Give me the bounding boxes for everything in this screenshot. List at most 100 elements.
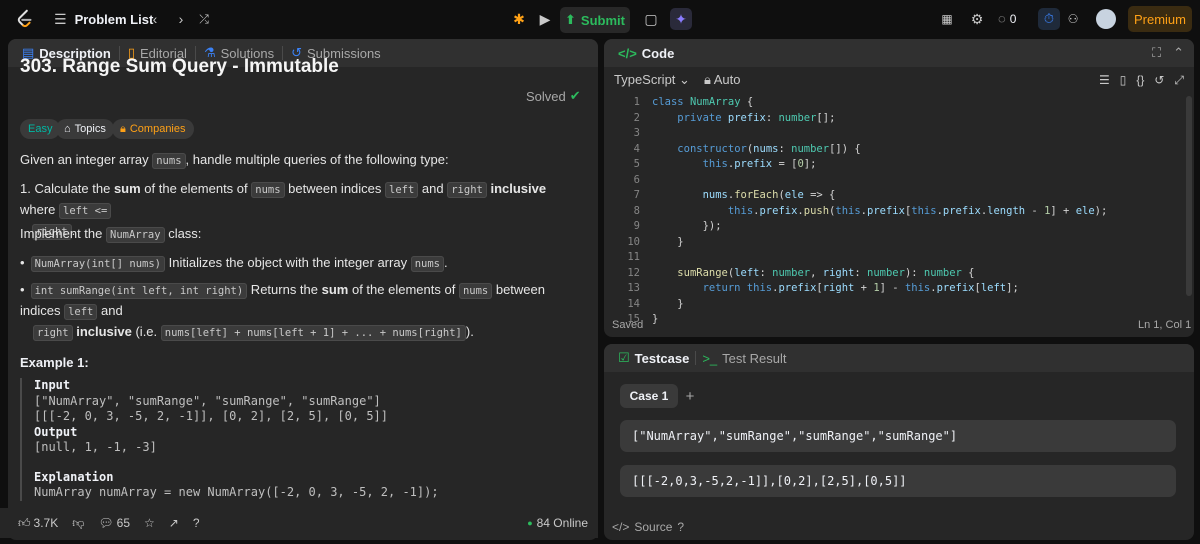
implement-text: Implement the NumArray class: bbox=[20, 226, 202, 243]
avatar[interactable] bbox=[1096, 9, 1116, 29]
example-block: Input ["NumArray", "sumRange", "sumRange… bbox=[20, 378, 580, 501]
code-line[interactable]: } bbox=[652, 236, 683, 248]
layout-icon[interactable]: ▦ bbox=[938, 10, 956, 28]
prev-problem-icon[interactable]: ‹ bbox=[148, 10, 162, 28]
submit-button[interactable]: ⬆ Submit bbox=[560, 7, 630, 33]
code-line[interactable]: constructor(nums: number[]) { bbox=[652, 143, 860, 155]
lock-icon: 🔒︎ bbox=[703, 72, 711, 87]
debug-icon[interactable]: ✱ bbox=[510, 10, 528, 28]
leetcode-logo-icon[interactable] bbox=[14, 8, 36, 30]
language-select[interactable]: TypeScript ⌄ bbox=[614, 72, 690, 88]
topics-chip[interactable]: ⌂ Topics bbox=[56, 119, 114, 139]
thumbs-up-icon: 👍︎ bbox=[18, 515, 31, 530]
collapse-icon[interactable]: ⌃ bbox=[1173, 45, 1184, 61]
settings-gear-icon[interactable]: ⚙ bbox=[968, 10, 986, 28]
code-line[interactable]: class NumArray { bbox=[652, 96, 753, 108]
notes-icon[interactable]: ▢ bbox=[642, 10, 660, 28]
share-icon[interactable]: ↗ bbox=[169, 516, 179, 530]
top-nav: ☰ Problem List ‹ › ⤮ ✱ ▶ ⬆ Submit ▢ ✦ ▦ … bbox=[0, 0, 1200, 38]
code-line[interactable]: sumRange(left: number, right: number): n… bbox=[652, 267, 974, 279]
code-line[interactable]: } bbox=[652, 298, 683, 310]
code-line[interactable]: }); bbox=[652, 220, 722, 232]
code-editor[interactable]: 1 class NumArray {2 private prefix: numbe… bbox=[604, 96, 1200, 325]
tab-testcase[interactable]: ☑ Testcase bbox=[612, 350, 695, 366]
line-number: 9 bbox=[633, 220, 640, 232]
list-icon: ☰ bbox=[54, 11, 67, 27]
code-toolbar: TypeScript ⌄ 🔒︎ Auto ☰ ▯ {} ↺ ⤢ bbox=[604, 67, 1194, 93]
case-1-tab[interactable]: Case 1 bbox=[620, 384, 678, 408]
line-number: 3 bbox=[633, 127, 640, 139]
add-case-button[interactable]: + bbox=[682, 384, 698, 408]
line-number: 7 bbox=[633, 189, 640, 201]
saved-status: Saved bbox=[612, 319, 644, 331]
bookmark-icon[interactable]: ▯ bbox=[1120, 73, 1127, 88]
maximize-icon[interactable]: ⛶ bbox=[1152, 45, 1161, 61]
line-number: 4 bbox=[633, 142, 640, 155]
example-title: Example 1: bbox=[20, 355, 89, 370]
intro-text: Given an integer array nums, handle mult… bbox=[20, 152, 449, 169]
reset-icon[interactable]: ↺ bbox=[1154, 73, 1164, 88]
code-header: </> Code ⛶ ⌃ bbox=[604, 39, 1194, 67]
streak-counter[interactable]: ◌ 0 bbox=[998, 11, 1016, 26]
star-icon[interactable]: ☆ bbox=[144, 516, 155, 530]
testcase-input-1[interactable]: ["NumArray","sumRange","sumRange","sumRa… bbox=[620, 420, 1176, 452]
format-icon[interactable]: ☰ bbox=[1099, 73, 1110, 88]
code-line[interactable]: return this.prefix[right + 1] - this.pre… bbox=[652, 282, 1019, 294]
checkbox-icon: ☑ bbox=[618, 350, 630, 365]
online-count: ● 84 Online bbox=[527, 516, 588, 530]
line-number: 11 bbox=[627, 251, 640, 263]
terminal-icon: >_ bbox=[702, 350, 718, 366]
shuffle-icon[interactable]: ⤮ bbox=[196, 10, 212, 28]
line-number: 10 bbox=[627, 235, 640, 248]
line-number: 1 bbox=[633, 96, 640, 108]
description-footer: 👍︎ 3.7K 👎︎ 💬︎ 65 ☆ ↗ ? ● 84 Online bbox=[0, 508, 598, 538]
ai-sparkle-icon[interactable]: ✦ bbox=[670, 8, 692, 30]
bullet-sumrange: • int sumRange(int left, int right) Retur… bbox=[20, 282, 545, 341]
testcase-tabs: ☑ Testcase >_ Test Result bbox=[604, 344, 1194, 372]
cloud-upload-icon: ⬆ bbox=[565, 12, 576, 27]
tab-code[interactable]: </> Code bbox=[612, 46, 680, 61]
problem-title: 303. Range Sum Query - Immutable bbox=[20, 56, 339, 77]
like-button[interactable]: 👍︎ 3.7K bbox=[18, 516, 58, 531]
fire-icon: ◌ bbox=[998, 11, 1006, 26]
companies-chip[interactable]: 🔒︎ Companies bbox=[112, 119, 194, 139]
line-number: 6 bbox=[633, 173, 640, 186]
source-link[interactable]: </> Source ? bbox=[612, 520, 684, 534]
help-icon[interactable]: ? bbox=[193, 516, 200, 530]
lock-icon: 🔒︎ bbox=[120, 122, 126, 135]
comments-button[interactable]: 💬︎ 65 bbox=[98, 516, 130, 530]
help-icon: ? bbox=[677, 520, 685, 534]
add-friend-icon[interactable]: ⚇ bbox=[1064, 10, 1082, 28]
line-number: 13 bbox=[627, 282, 640, 294]
braces-icon[interactable]: {} bbox=[1136, 73, 1144, 88]
online-dot-icon: ● bbox=[527, 518, 533, 528]
next-problem-icon[interactable]: › bbox=[174, 10, 188, 28]
check-circle-icon: ✔ bbox=[569, 88, 581, 103]
code-line[interactable]: } bbox=[652, 313, 658, 325]
solved-badge: Solved ✔ bbox=[526, 88, 581, 104]
line-number: 12 bbox=[627, 266, 640, 279]
line-number: 14 bbox=[627, 297, 640, 310]
code-line[interactable]: nums.forEach(ele => { bbox=[652, 189, 836, 201]
premium-button[interactable]: Premium bbox=[1128, 6, 1192, 32]
code-line[interactable]: this.prefix = [0]; bbox=[652, 158, 817, 170]
cursor-position: Ln 1, Col 1 bbox=[1138, 319, 1192, 331]
testcase-input-2[interactable]: [[[-2,0,3,-5,2,-1]],[0,2],[2,5],[0,5]] bbox=[620, 465, 1176, 497]
timer-icon[interactable]: ⏱ bbox=[1038, 8, 1060, 30]
code-line[interactable]: private prefix: number[]; bbox=[652, 112, 835, 124]
difficulty-badge[interactable]: Easy bbox=[20, 119, 61, 139]
comment-icon: 💬︎ bbox=[98, 516, 114, 530]
line-number: 5 bbox=[633, 158, 640, 170]
expand-icon[interactable]: ⤢ bbox=[1174, 73, 1184, 88]
code-line[interactable]: this.prefix.push(this.prefix[this.prefix… bbox=[652, 205, 1107, 217]
run-icon[interactable]: ▶ bbox=[536, 9, 554, 29]
problem-list-label: Problem List bbox=[74, 12, 154, 27]
editor-scrollbar[interactable] bbox=[1186, 96, 1192, 296]
tab-test-result[interactable]: >_ Test Result bbox=[696, 351, 792, 366]
thumbs-down-icon[interactable]: 👎︎ bbox=[72, 516, 84, 531]
bullet-constructor: • NumArray(int[] nums) Initializes the ob… bbox=[20, 255, 448, 272]
auto-mode[interactable]: 🔒︎ Auto bbox=[704, 72, 741, 88]
tag-icon: ⌂ bbox=[64, 123, 71, 135]
problem-list-button[interactable]: ☰ Problem List bbox=[54, 11, 153, 28]
code-icon: </> bbox=[618, 45, 637, 61]
